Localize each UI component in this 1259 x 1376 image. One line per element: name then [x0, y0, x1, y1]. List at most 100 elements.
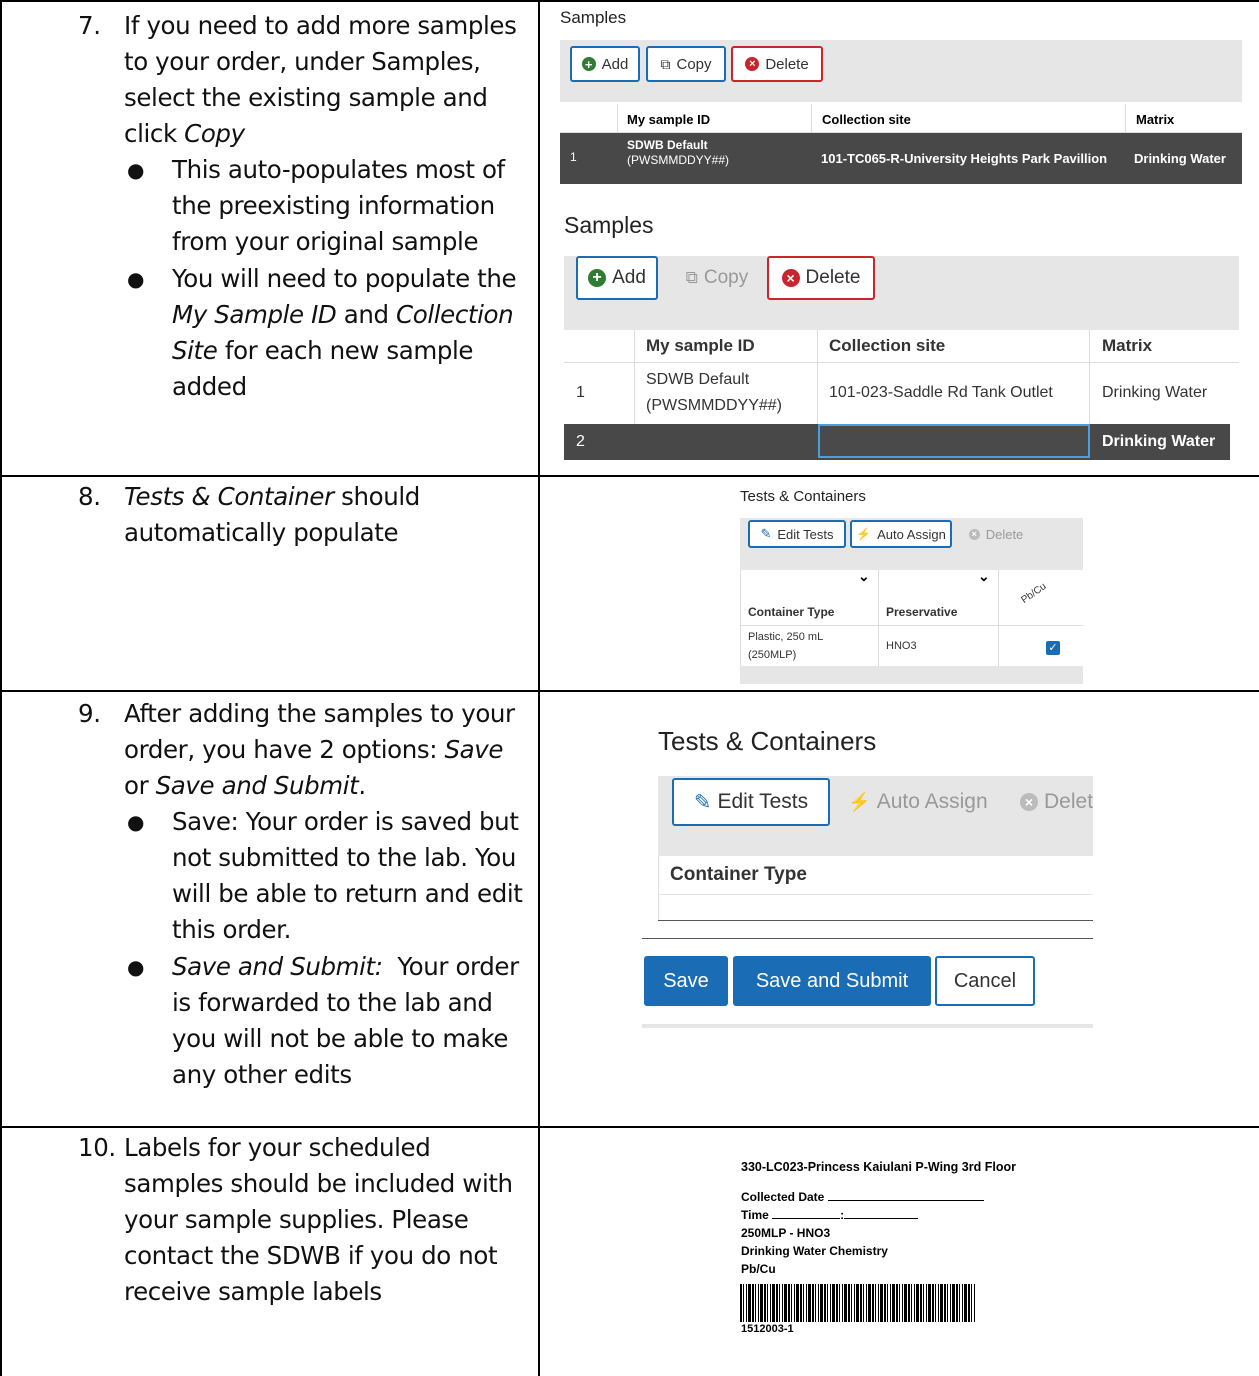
column-header-collection-site[interactable]: Collection site [822, 108, 911, 130]
column-header-container-type[interactable]: Container Type [748, 602, 834, 622]
copy-label: Copy [676, 55, 712, 73]
matrix-cell: Drinking Water [1102, 384, 1208, 401]
row-number: 1 [570, 150, 577, 164]
samples-title: Samples [560, 8, 627, 27]
column-header-pbcu[interactable]: Pb/Cu [1019, 581, 1048, 606]
close-circle-icon: × [781, 269, 800, 287]
step-line: automatically populate [124, 518, 399, 547]
delete-label: Delete [985, 526, 1024, 542]
delete-label: Delete [805, 267, 861, 288]
sample-id-cell: SDWB Default (PWSMMDDYY##) [646, 367, 782, 419]
row-number: 2 [576, 433, 585, 450]
text-run: Your order [382, 952, 519, 981]
column-header-preservative[interactable]: Preservative [886, 602, 957, 622]
save-and-submit-button[interactable]: Save and Submit [733, 956, 931, 1006]
column-divider [1125, 104, 1126, 132]
step-7-text: 7. If you need to add more samples to yo… [0, 0, 538, 475]
container-type-line: (250MLP) [748, 649, 797, 661]
text-run-italic: My Sample ID [172, 300, 337, 329]
collection-site-cell: 101-TC065-R-University Heights Park Pavi… [821, 150, 1108, 166]
samples-panel-small: Samples + Add ⧉ Copy × Delete My sample … [558, 4, 1242, 188]
bullet-line: the preexisting information [172, 191, 495, 220]
save-button[interactable]: Save [644, 956, 728, 1006]
text-run: click [124, 119, 185, 148]
samples-title: Samples [564, 212, 654, 238]
sample-id-line: SDWB Default [646, 371, 750, 388]
copy-button[interactable]: ⧉ Copy [646, 46, 726, 82]
step-line: to your order, under Samples, [124, 47, 481, 76]
add-label: Add [601, 55, 629, 73]
column-header-container-type[interactable]: Container Type [670, 860, 807, 890]
text-run-italic: Site [172, 336, 218, 365]
chevron-down-icon[interactable]: ⌄ [978, 568, 990, 585]
table-footer [740, 666, 1083, 684]
label-collected: Collected Date [741, 1190, 825, 1204]
label-collected-row: Collected Date [741, 1190, 984, 1204]
text-run-italic: Copy [184, 119, 245, 148]
delete-button[interactable]: × Delete [731, 46, 823, 82]
column-header-collection-site[interactable]: Collection site [829, 334, 945, 358]
step-number: 7. [78, 11, 101, 40]
column-header-matrix[interactable]: Matrix [1136, 108, 1174, 130]
bullet-icon: ● [127, 267, 145, 291]
edit-tests-button[interactable]: ✎ Edit Tests [672, 778, 830, 826]
add-button[interactable]: + Add [570, 46, 640, 82]
column-header-matrix[interactable]: Matrix [1102, 334, 1152, 358]
plus-circle-icon: + [588, 269, 607, 287]
bullet-line: My Sample ID and Collection [172, 297, 514, 333]
column-divider [617, 104, 618, 132]
sample-id-cell: SDWB Default (PWSMMDDYY##) [627, 138, 729, 168]
step-8-text: 8. Tests & Container should automaticall… [0, 477, 538, 690]
step-line: order, you have 2 options: Save [124, 732, 503, 768]
step-number: 10. [78, 1133, 116, 1162]
sample-id-line: (PWSMMDDYY##) [627, 153, 730, 167]
step-line: select the existing sample and [124, 83, 488, 112]
edit-tests-label: Edit Tests [717, 790, 809, 813]
bullet-line: You will need to populate the [172, 264, 517, 293]
step-line: samples should be included with [124, 1169, 513, 1198]
footer-divider [642, 1024, 1093, 1028]
bullet-line: Site for each new sample [172, 333, 473, 369]
lightning-icon: ⚡ [856, 527, 872, 541]
matrix-cell: Drinking Water [1134, 150, 1226, 166]
step-line: If you need to add more samples [124, 11, 517, 40]
table-border-middle [538, 0, 540, 1376]
close-circle-icon: × [745, 57, 760, 71]
step-number: 8. [78, 482, 101, 511]
header-divider [740, 625, 1083, 626]
pbcu-checkbox[interactable]: ✓ [1046, 641, 1060, 655]
delete-button[interactable]: × Delete [767, 256, 875, 300]
label-chemistry: Drinking Water Chemistry [741, 1244, 888, 1258]
step-line: click Copy [124, 116, 245, 152]
column-header-sample-id[interactable]: My sample ID [646, 334, 755, 358]
edit-tests-button[interactable]: ✎ Edit Tests [748, 520, 846, 548]
time-colon: : [840, 1208, 845, 1222]
edit-icon: ✎ [760, 526, 772, 541]
preservative-cell: HNO3 [886, 640, 917, 652]
chevron-down-icon[interactable]: ⌄ [858, 568, 870, 585]
column-header-sample-id[interactable]: My sample ID [627, 108, 710, 130]
collection-site-input[interactable] [818, 424, 1090, 458]
sample-id-input[interactable] [635, 424, 817, 460]
label-analyte: Pb/Cu [741, 1262, 776, 1276]
barcode-number: 1512003-1 [741, 1323, 794, 1335]
auto-assign-button[interactable]: ⚡ Auto Assign [850, 520, 952, 548]
sample-id-line: (PWSMMDDYY##) [646, 397, 783, 414]
matrix-cell: Drinking Water [1102, 433, 1216, 450]
delete-button[interactable]: × Delet [1006, 778, 1093, 826]
close-circle-icon: × [1020, 793, 1038, 811]
delete-button[interactable]: × Delete [956, 520, 1036, 548]
text-run: or [124, 771, 156, 800]
collected-date-blank [827, 1200, 984, 1201]
row-number: 1 [576, 384, 585, 401]
edit-icon: ✎ [693, 790, 712, 814]
delete-label: Delete [765, 55, 809, 73]
copy-button[interactable]: ⧉ Copy [672, 256, 762, 300]
add-button[interactable]: + Add [576, 256, 658, 300]
auto-assign-button[interactable]: ⚡ Auto Assign [834, 778, 1002, 826]
tests-containers-panel-large: Tests & Containers ✎ Edit Tests ⚡ Auto A… [642, 718, 1093, 1030]
text-run-italic: Collection [396, 300, 514, 329]
text-run: order, you have 2 options: [124, 735, 445, 764]
cancel-button[interactable]: Cancel [935, 956, 1035, 1006]
bullet-line: from your original sample [172, 227, 479, 256]
